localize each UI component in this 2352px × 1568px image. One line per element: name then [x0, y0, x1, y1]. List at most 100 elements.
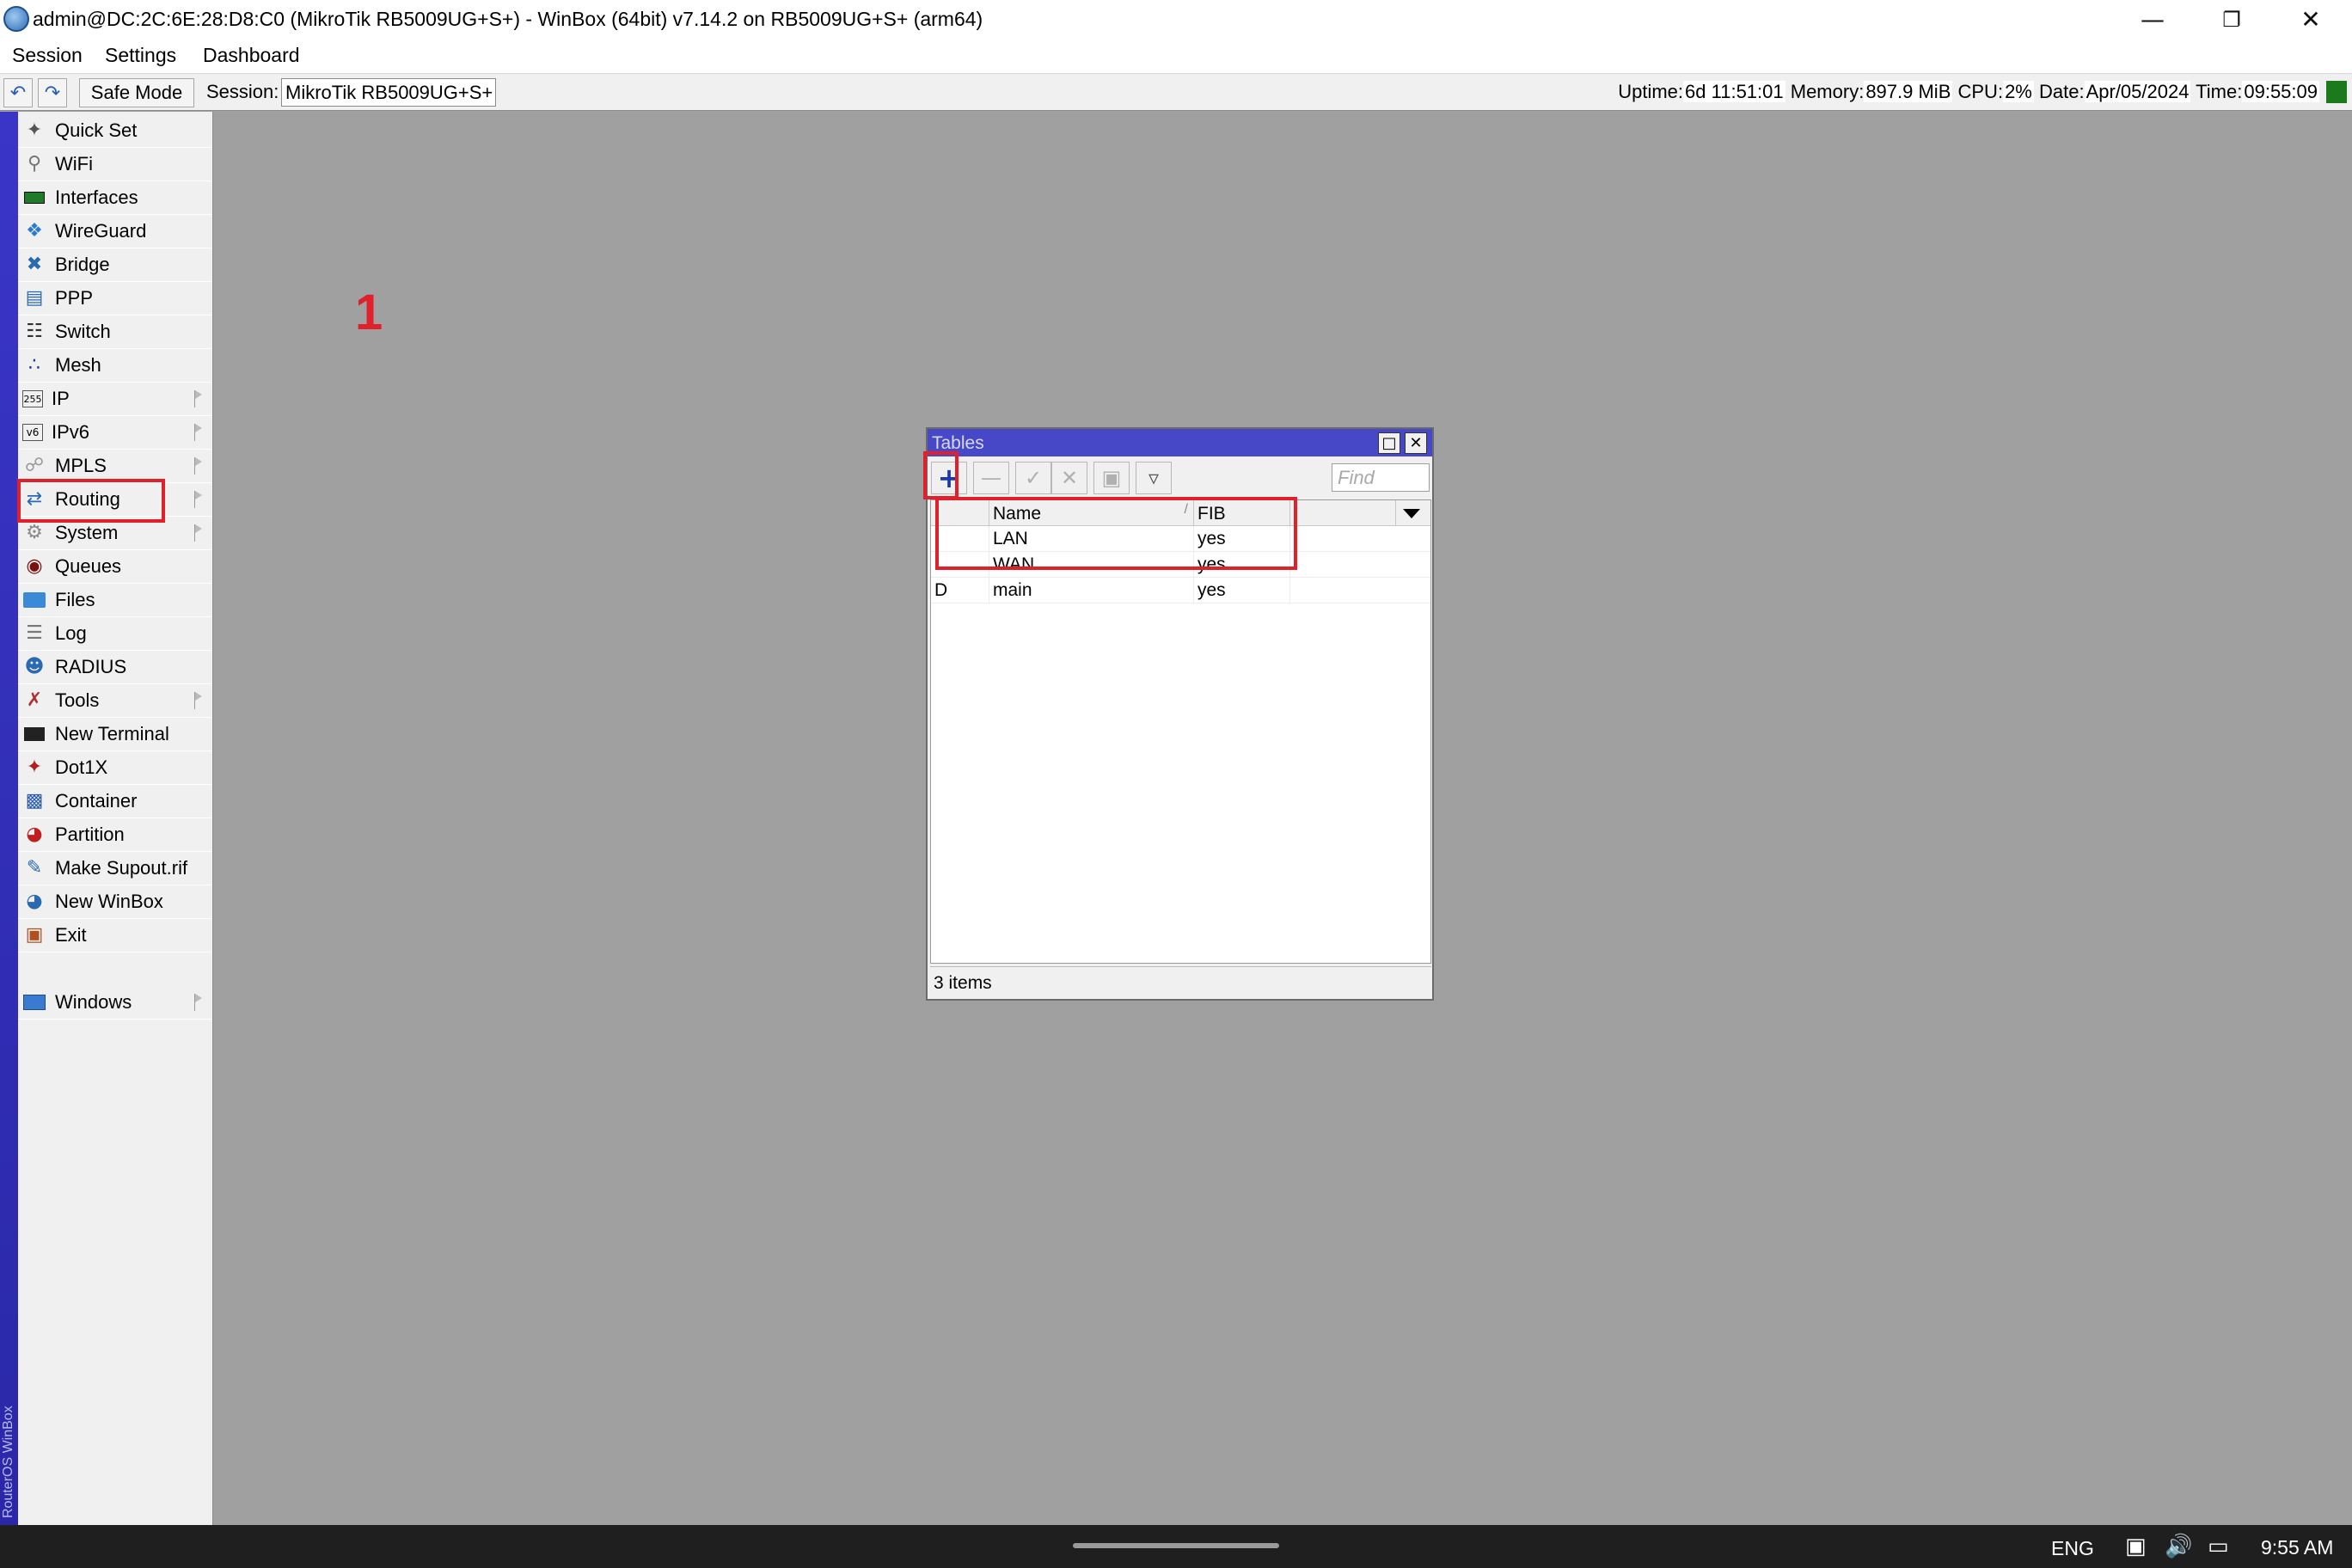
- menu-dashboard[interactable]: Dashboard: [203, 44, 300, 67]
- sidebar-item-label: Log: [55, 622, 87, 644]
- sidebar-item-switch[interactable]: ☷ Switch: [18, 315, 211, 349]
- windows-icon: [22, 990, 46, 1014]
- window-titlebar: admin@DC:2C:6E:28:D8:C0 (MikroTik RB5009…: [0, 0, 2352, 39]
- sidebar-item-radius[interactable]: ☻ RADIUS: [18, 651, 211, 684]
- input-language-indicator[interactable]: ENG: [2051, 1537, 2094, 1560]
- sidebar-item-label: Quick Set: [55, 119, 138, 141]
- sidebar-item-label: Windows: [55, 991, 132, 1013]
- redo-icon: ↷: [44, 82, 61, 104]
- sidebar-item-quick-set[interactable]: ✦ Quick Set: [18, 114, 211, 148]
- sidebar-item-partition[interactable]: ◕ Partition: [18, 818, 211, 852]
- minimize-button[interactable]: —: [2113, 0, 2192, 39]
- date-value: Apr/05/2024: [2084, 81, 2191, 102]
- add-button-highlight: [923, 451, 959, 499]
- status-readout: Uptime:6d 11:51:01 Memory:897.9 MiB CPU:…: [1618, 81, 2319, 103]
- exit-icon: ▣: [25, 924, 44, 946]
- sidebar-item-ip[interactable]: 255 IP: [18, 383, 211, 416]
- safe-mode-button[interactable]: Safe Mode: [79, 78, 194, 107]
- table-row[interactable]: D main yes: [931, 578, 1430, 603]
- tables-window-titlebar[interactable]: Tables □ ✕: [928, 429, 1432, 456]
- minus-icon: —: [981, 466, 1001, 490]
- log-icon: ☰: [26, 622, 43, 644]
- sidebar-item-label: Partition: [55, 824, 125, 845]
- close-icon: ✕: [1409, 434, 1423, 452]
- disable-button[interactable]: ✕: [1051, 462, 1087, 494]
- sidebar-item-new-terminal[interactable]: New Terminal: [18, 718, 211, 751]
- sidebar-item-windows[interactable]: Windows: [18, 986, 211, 1020]
- sidebar-item-container[interactable]: ▩ Container: [18, 785, 211, 818]
- submenu-arrow-icon: [194, 424, 203, 441]
- restore-button[interactable]: ❐: [2192, 0, 2271, 39]
- sidebar-item-label: Bridge: [55, 254, 110, 275]
- memory-label: Memory:: [1790, 81, 1865, 102]
- sidebar: ✦ Quick Set ⚲ WiFi Interfaces ❖ WireGuard ✖…: [18, 112, 213, 1525]
- tables-maximize-button[interactable]: □: [1378, 432, 1400, 454]
- undo-button[interactable]: ↶: [3, 78, 33, 107]
- sidebar-item-wireguard[interactable]: ❖ WireGuard: [18, 215, 211, 248]
- side-strip: RouterOS WinBox: [0, 112, 18, 1525]
- menu-session[interactable]: Session: [12, 44, 83, 67]
- sidebar-item-files[interactable]: Files: [18, 584, 211, 617]
- ppp-icon: ▤: [25, 287, 44, 309]
- sidebar-item-bridge[interactable]: ✖ Bridge: [18, 248, 211, 282]
- sidebar-item-dot1x[interactable]: ✦ Dot1X: [18, 751, 211, 785]
- close-icon: ✕: [2300, 5, 2321, 34]
- session-name: MikroTik RB5009UG+S+: [281, 78, 496, 107]
- routing-highlight: [17, 479, 165, 523]
- queues-icon: ◉: [26, 555, 43, 577]
- taskbar-clock[interactable]: 9:55 AM: [2261, 1536, 2333, 1559]
- sidebar-item-make-supout[interactable]: ✎ Make Supout.rif: [18, 852, 211, 885]
- submenu-arrow-icon: [194, 524, 203, 542]
- sidebar-item-wifi[interactable]: ⚲ WiFi: [18, 148, 211, 181]
- undo-icon: ↶: [9, 82, 27, 104]
- side-strip-label: RouterOS WinBox: [1, 1406, 15, 1518]
- submenu-arrow-icon: [194, 994, 203, 1011]
- ip-icon: 255: [22, 390, 43, 407]
- supout-icon: ✎: [26, 857, 43, 879]
- sidebar-item-label: RADIUS: [55, 656, 127, 677]
- column-selector-button[interactable]: [1395, 500, 1430, 526]
- sidebar-item-tools[interactable]: ✗ Tools: [18, 684, 211, 718]
- cpu-label: CPU:: [1957, 81, 2004, 102]
- check-icon: ✓: [1024, 466, 1043, 490]
- menu-settings[interactable]: Settings: [105, 44, 176, 67]
- system-gear-icon: ⚙: [26, 522, 43, 543]
- sidebar-item-interfaces[interactable]: Interfaces: [18, 181, 211, 215]
- tables-close-button[interactable]: ✕: [1405, 432, 1427, 454]
- battery-icon[interactable]: ▭: [2208, 1534, 2229, 1559]
- memory-value: 897.9 MiB: [1864, 81, 1953, 102]
- volume-icon[interactable]: 🔊: [2165, 1534, 2192, 1559]
- uptime-value: 6d 11:51:01: [1683, 81, 1785, 102]
- sidebar-item-mesh[interactable]: ∴ Mesh: [18, 349, 211, 383]
- enable-button[interactable]: ✓: [1015, 462, 1051, 494]
- tables-status-bar: 3 items: [930, 966, 1431, 999]
- submenu-arrow-icon: [194, 692, 203, 709]
- close-button[interactable]: ✕: [2271, 0, 2350, 39]
- uptime-label: Uptime:: [1618, 81, 1684, 102]
- filter-button[interactable]: ▿: [1136, 462, 1172, 494]
- sidebar-item-label: WiFi: [55, 153, 93, 175]
- comment-button[interactable]: ▣: [1093, 462, 1130, 494]
- network-icon[interactable]: ▣: [2125, 1534, 2147, 1559]
- filter-icon: ▿: [1148, 466, 1160, 490]
- sidebar-item-label: System: [55, 522, 119, 543]
- taskbar-handle[interactable]: [1073, 1543, 1279, 1548]
- sidebar-item-exit[interactable]: ▣ Exit: [18, 919, 211, 952]
- find-input[interactable]: [1332, 463, 1430, 492]
- sidebar-item-label: Make Supout.rif: [55, 857, 188, 879]
- sidebar-item-log[interactable]: ☰ Log: [18, 617, 211, 651]
- session-label: Session:: [206, 81, 279, 102]
- maximize-icon: □: [1381, 434, 1397, 452]
- sidebar-item-label: MPLS: [55, 455, 107, 476]
- sidebar-item-label: WireGuard: [55, 220, 147, 242]
- sidebar-item-ppp[interactable]: ▤ PPP: [18, 282, 211, 315]
- remove-button[interactable]: —: [973, 462, 1009, 494]
- redo-button[interactable]: ↷: [38, 78, 67, 107]
- restore-icon: ❐: [2222, 7, 2241, 32]
- sidebar-item-ipv6[interactable]: v6 IPv6: [18, 416, 211, 450]
- sidebar-item-queues[interactable]: ◉ Queues: [18, 550, 211, 584]
- sidebar-item-new-winbox[interactable]: ◕ New WinBox: [18, 885, 211, 919]
- sidebar-item-label: New WinBox: [55, 891, 163, 912]
- interfaces-icon: [22, 186, 46, 210]
- minimize-icon: —: [2141, 5, 2165, 34]
